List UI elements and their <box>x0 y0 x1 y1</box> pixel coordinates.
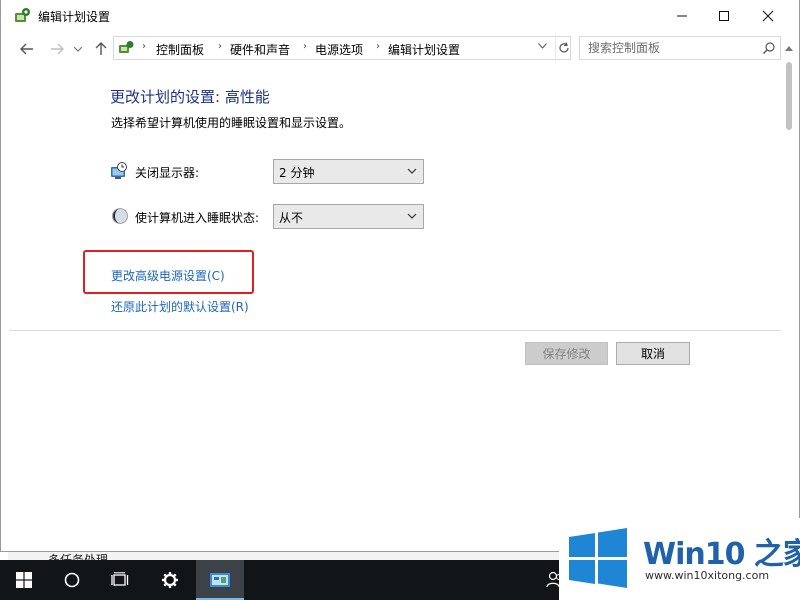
minimize-button[interactable] <box>659 0 705 31</box>
window-title: 编辑计划设置 <box>38 10 111 24</box>
address-bar[interactable]: › 控制面板 › 硬件和声音 › 电源选项 › 编辑计划设置 <box>113 36 571 60</box>
background-window-text: 多任务处理 <box>48 553 109 560</box>
turn-off-display-label: 关闭显示器: <box>135 166 200 180</box>
monitor-clock-icon <box>111 162 127 179</box>
scroll-up-arrow-icon[interactable] <box>785 44 793 53</box>
cancel-button[interactable]: 取消 <box>616 342 690 365</box>
maximize-icon <box>719 10 729 21</box>
vertical-scrollbar[interactable] <box>781 40 797 550</box>
search-box[interactable] <box>579 36 781 60</box>
watermark: Win10 之家 www.win10xitong.com <box>559 518 800 600</box>
scrollbar-thumb[interactable] <box>786 62 792 130</box>
settings-taskbar-button[interactable] <box>146 560 194 600</box>
task-view-icon <box>111 572 129 586</box>
breadcrumb-separator-icon: › <box>218 41 222 52</box>
sleep-label: 使计算机进入睡眠状态: <box>135 211 260 225</box>
power-options-icon <box>15 8 30 22</box>
forward-arrow-icon[interactable] <box>47 39 67 59</box>
chevron-down-icon <box>407 168 417 174</box>
close-icon <box>762 10 774 21</box>
page-title: 更改计划的设置: 高性能 <box>110 88 270 106</box>
main-content: 更改计划的设置: 高性能 选择希望计算机使用的睡眠设置和显示设置。 关闭显示器:… <box>1 67 781 551</box>
watermark-brand: Win10 之家 <box>643 537 800 572</box>
breadcrumb-edit-plan[interactable]: 编辑计划设置 <box>388 41 460 58</box>
title-bar: 编辑计划设置 <box>1 0 799 31</box>
maximize-button[interactable] <box>701 0 747 31</box>
page-subtitle: 选择希望计算机使用的睡眠设置和显示设置。 <box>111 116 352 130</box>
breadcrumb-separator-icon: › <box>376 41 380 52</box>
chevron-down-icon <box>407 213 417 219</box>
breadcrumb-control-panel[interactable]: 控制面板 <box>156 41 204 58</box>
up-arrow-icon[interactable] <box>91 39 111 59</box>
search-input[interactable] <box>588 40 758 56</box>
refresh-icon[interactable] <box>555 38 571 58</box>
breadcrumb-power-options[interactable]: 电源选项 <box>315 41 363 58</box>
windows-logo-icon <box>569 528 627 588</box>
turn-off-display-value: 2 分钟 <box>279 166 315 180</box>
breadcrumb-separator-icon: › <box>142 41 146 52</box>
advanced-power-settings-link[interactable]: 更改高级电源设置(C) <box>111 267 225 284</box>
settings-gear-icon <box>162 572 178 588</box>
recent-locations-chevron-icon[interactable] <box>71 39 85 59</box>
control-panel-icon <box>119 41 134 53</box>
start-button[interactable] <box>0 560 48 600</box>
address-toolbar: › 控制面板 › 硬件和声音 › 电源选项 › 编辑计划设置 <box>1 31 799 67</box>
back-arrow-icon[interactable] <box>17 39 37 59</box>
restore-defaults-link[interactable]: 还原此计划的默认设置(R) <box>111 298 249 315</box>
search-button[interactable] <box>48 560 96 600</box>
search-circle-icon <box>64 572 80 588</box>
divider <box>9 330 781 331</box>
minimize-icon <box>677 15 687 16</box>
watermark-url: www.win10xitong.com <box>645 569 770 582</box>
close-button[interactable] <box>745 0 791 31</box>
control-panel-icon <box>210 573 230 587</box>
task-view-button[interactable] <box>96 560 144 600</box>
sleep-select[interactable]: 从不 <box>273 204 424 229</box>
breadcrumb-hardware-sound[interactable]: 硬件和声音 <box>230 41 290 58</box>
start-icon <box>16 572 32 588</box>
moon-icon <box>112 208 128 224</box>
turn-off-display-select[interactable]: 2 分钟 <box>273 159 424 184</box>
save-button[interactable]: 保存修改 <box>525 342 608 365</box>
sleep-value: 从不 <box>279 211 304 225</box>
breadcrumb-separator-icon: › <box>303 41 307 52</box>
address-dropdown-chevron-icon[interactable] <box>538 41 547 52</box>
control-panel-window: 编辑计划设置 › 控制面板 › 硬件和声音 › 电源选项 › 编辑计划设置 搜索… <box>0 0 800 552</box>
search-icon[interactable] <box>762 41 776 55</box>
control-panel-taskbar-button[interactable] <box>196 560 244 600</box>
